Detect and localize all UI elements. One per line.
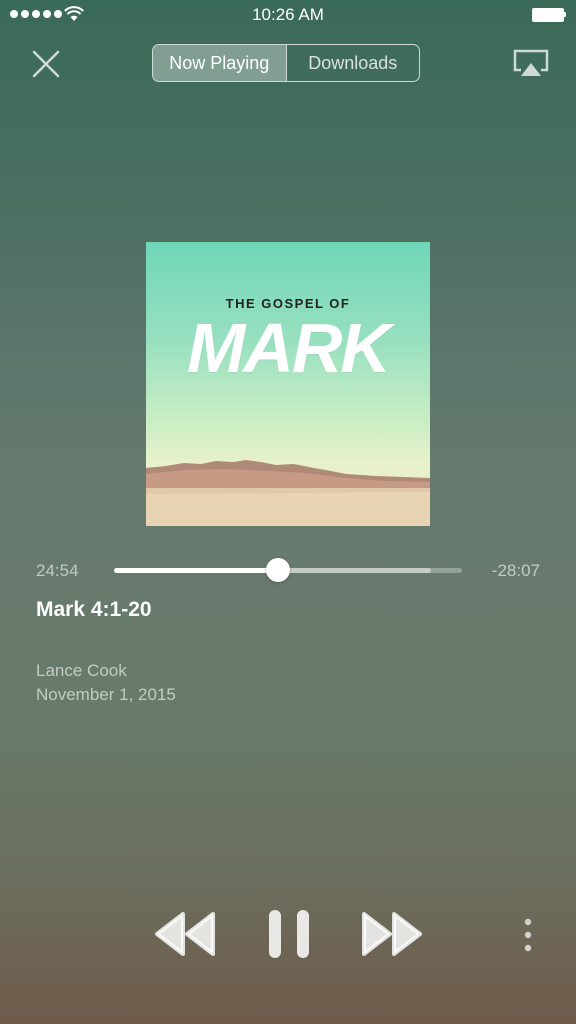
more-options-icon[interactable] xyxy=(518,916,538,956)
airplay-icon[interactable] xyxy=(512,48,550,80)
tab-downloads[interactable]: Downloads xyxy=(285,45,420,81)
segmented-control: Now Playing Downloads xyxy=(152,44,420,82)
speaker-name: Lance Cook xyxy=(36,661,127,680)
battery-icon xyxy=(532,8,566,22)
pause-icon[interactable] xyxy=(266,908,312,960)
track-date: November 1, 2015 xyxy=(36,685,176,704)
rewind-icon[interactable] xyxy=(155,910,217,958)
status-bar: 10:26 AM xyxy=(0,0,576,30)
tab-now-playing[interactable]: Now Playing xyxy=(153,45,286,81)
track-title: Mark 4:1-20 xyxy=(36,598,152,621)
close-icon[interactable] xyxy=(28,46,64,82)
fast-forward-icon[interactable] xyxy=(360,910,422,958)
elapsed-time: 24:54 xyxy=(36,561,79,580)
album-artwork: THE GOSPEL OF MARK xyxy=(146,242,430,526)
status-time: 10:26 AM xyxy=(252,5,324,24)
progress-thumb[interactable] xyxy=(265,558,290,582)
progress-fill xyxy=(114,568,278,573)
remaining-time: -28:07 xyxy=(491,561,540,580)
artwork-title: MARK xyxy=(187,309,391,387)
progress-slider[interactable] xyxy=(114,558,462,582)
